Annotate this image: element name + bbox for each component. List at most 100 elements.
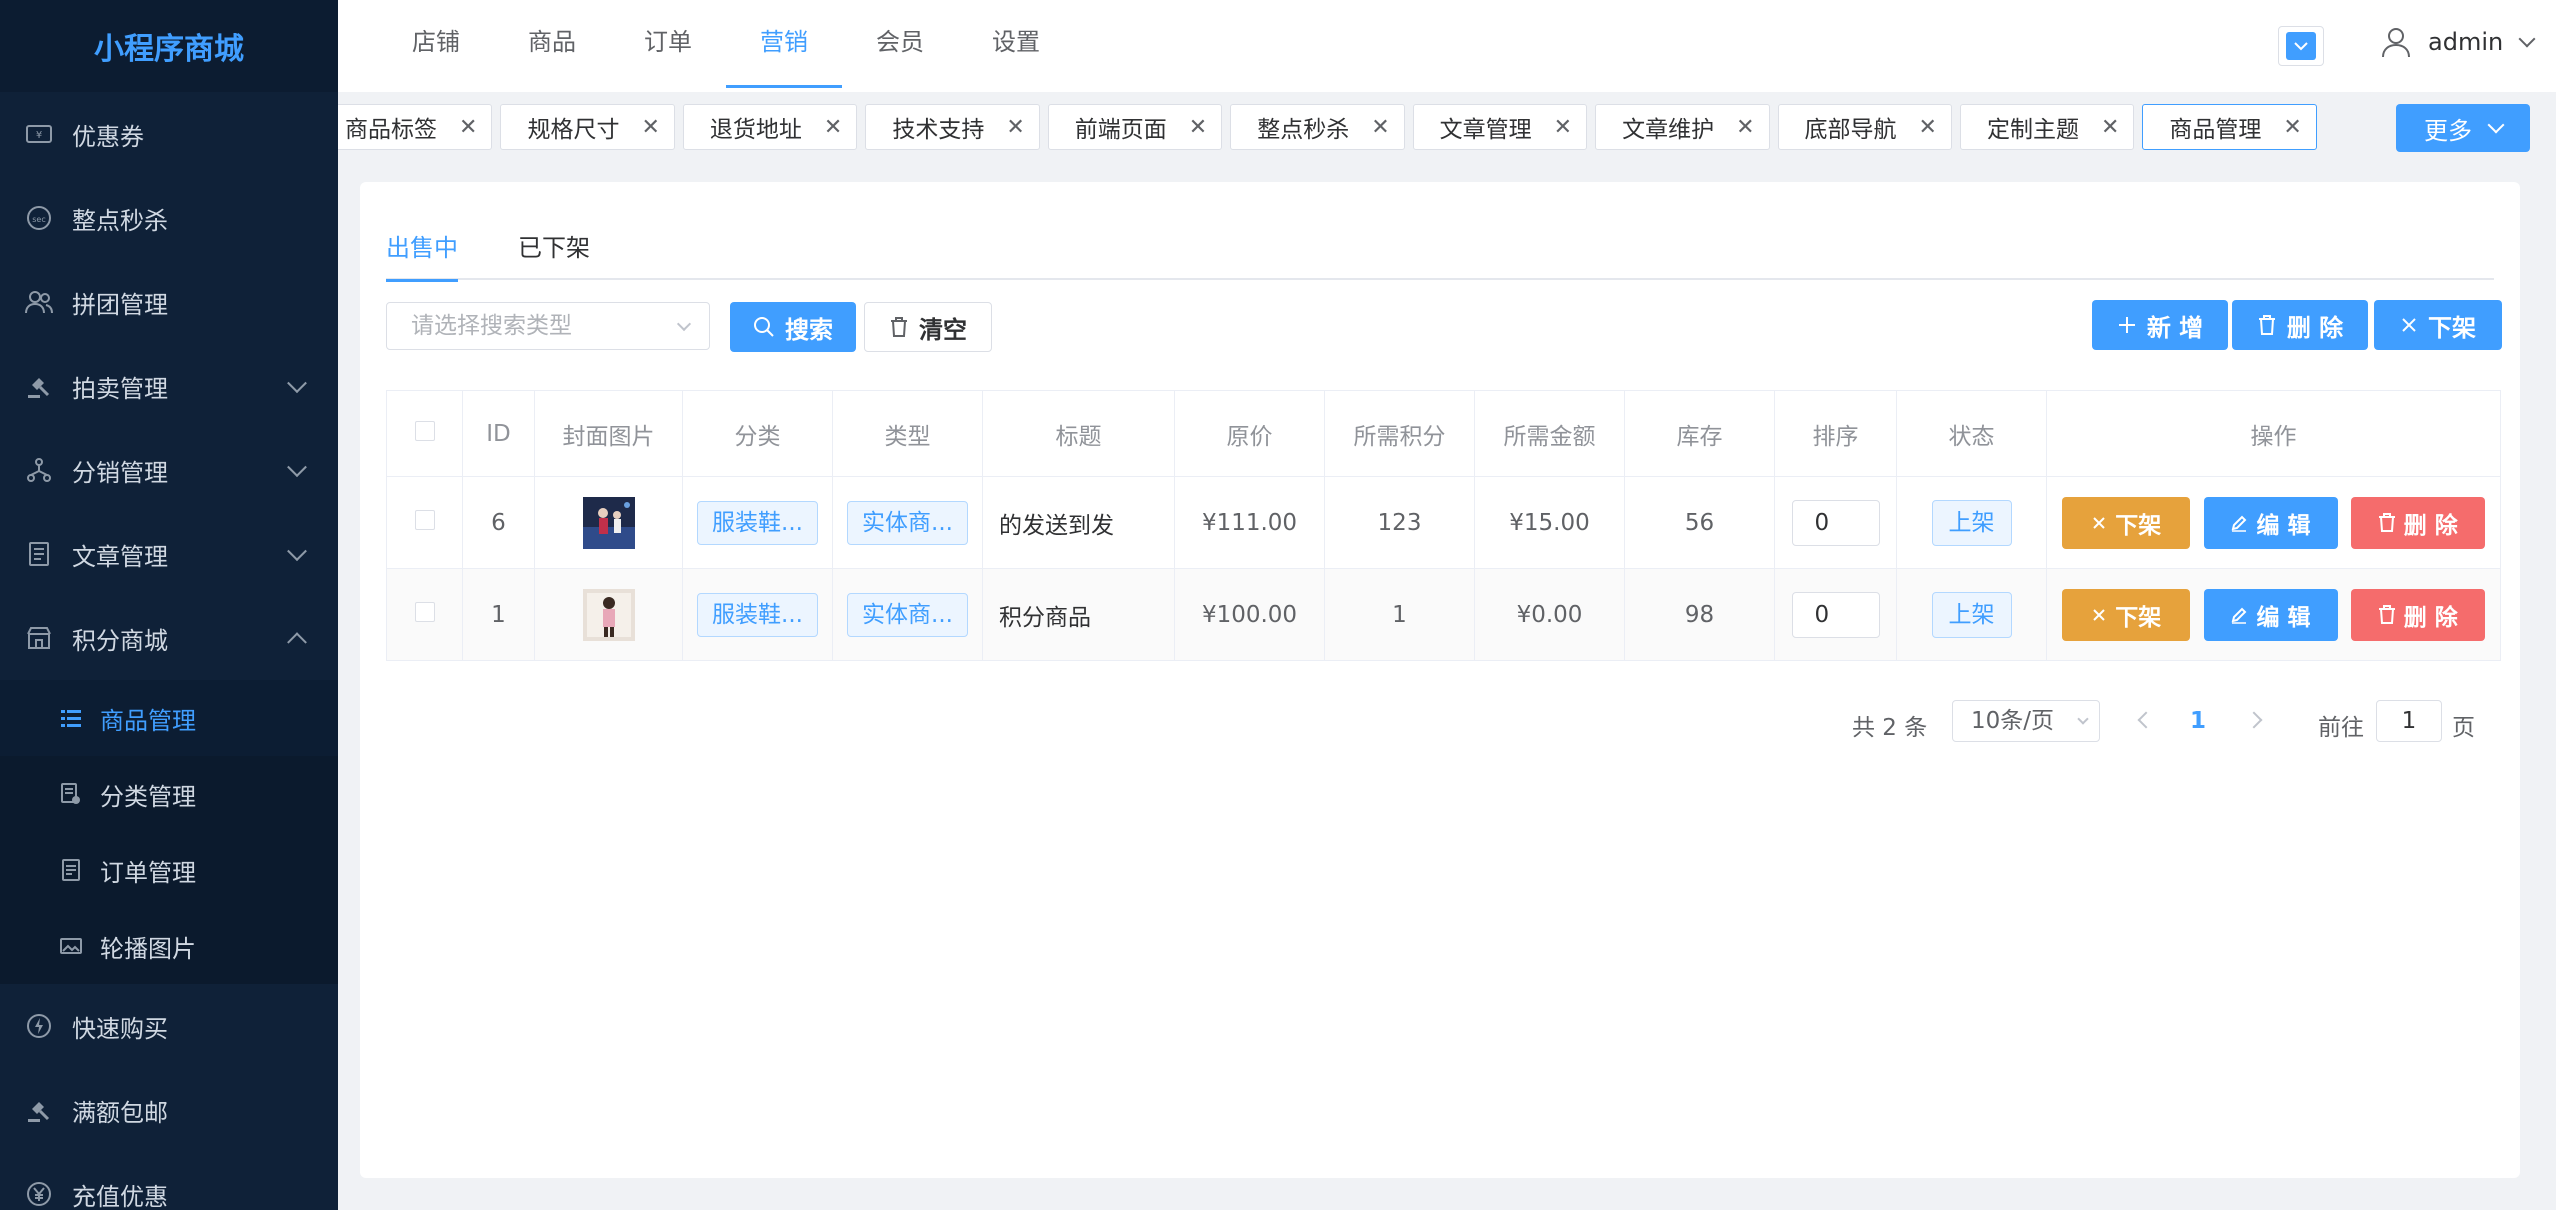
delete-label: 删 除 — [2286, 313, 2344, 342]
topnav-orders[interactable]: 订单 — [610, 0, 726, 88]
topnav-settings[interactable]: 设置 — [958, 0, 1074, 88]
row-checkbox[interactable] — [414, 601, 435, 622]
sidebar-item-quick-buy[interactable]: 快速购买 — [0, 984, 338, 1068]
sidebar-item-recharge[interactable]: 充值优惠 — [0, 1152, 338, 1210]
close-icon[interactable]: ✕ — [2283, 115, 2301, 140]
tab-on-sale[interactable]: 出售中 — [386, 228, 458, 282]
row-edit-button[interactable]: 编 辑 — [2203, 588, 2338, 641]
topnav-members[interactable]: 会员 — [842, 0, 958, 88]
close-icon[interactable]: ✕ — [2101, 115, 2119, 140]
tag-tab-active[interactable]: 商品管理 ✕ — [2142, 104, 2317, 150]
close-icon[interactable]: ✕ — [1736, 115, 1754, 140]
tags-view-bar: 商品标签 ✕ 规格尺寸 ✕ 退货地址 ✕ 技术支持 ✕ 前端页面 ✕ 整点秒杀 ✕ 文章管理… — [338, 92, 2556, 164]
row-off-shelf-button[interactable]: 下架 — [2062, 496, 2191, 549]
tag-tab[interactable]: 定制主题 ✕ — [1959, 104, 2135, 150]
tag-tab[interactable]: 退货地址 ✕ — [682, 104, 858, 150]
row-off-shelf-button[interactable]: 下架 — [2062, 588, 2191, 641]
pagination: 共 2 条 10条/页 1 前往 1 页 — [360, 700, 2520, 746]
tag-tab[interactable]: 技术支持 ✕ — [865, 104, 1040, 150]
sidebar-item-auction[interactable]: 拍卖管理 — [0, 344, 338, 428]
cell-points: 1 — [1324, 568, 1475, 661]
sidebar-item-article[interactable]: 文章管理 — [0, 512, 338, 596]
add-label: 新 增 — [2146, 313, 2204, 342]
tag-tab-label: 整点秒杀 — [1257, 117, 1350, 143]
goods-table: ID 封面图片 分类 类型 标题 原价 所需积分 所需金额 库存 排序 状态 操… — [386, 390, 2501, 661]
row-checkbox[interactable] — [414, 509, 435, 530]
goto-page-input[interactable]: 1 — [2376, 700, 2442, 742]
prev-page-button[interactable] — [2137, 711, 2155, 729]
close-icon[interactable]: ✕ — [459, 115, 477, 140]
table-row: 6 服装鞋... 实体商... 的发送到发 ¥111.00 123 ¥15.00… — [386, 476, 2501, 569]
tag-tab[interactable]: 文章管理 ✕ — [1412, 104, 1588, 150]
close-icon[interactable]: ✕ — [1189, 115, 1207, 140]
topnav-goods[interactable]: 商品 — [494, 0, 610, 88]
column-header: 排序 — [1774, 390, 1897, 477]
close-icon[interactable]: ✕ — [1554, 115, 1572, 140]
cell-title: 的发送到发 — [982, 476, 1175, 569]
tag-tab-label: 商品管理 — [2169, 117, 2262, 143]
select-all-checkbox[interactable] — [414, 420, 435, 441]
submenu-item-goods[interactable]: 商品管理 — [0, 680, 338, 756]
tag-tab[interactable]: 规格尺寸 ✕ — [500, 104, 675, 150]
close-icon[interactable]: ✕ — [1919, 115, 1937, 140]
close-icon[interactable]: ✕ — [641, 115, 659, 140]
header-dropdown-button[interactable] — [2278, 26, 2324, 66]
close-icon — [2091, 515, 2107, 531]
sidebar-item-seckill[interactable]: sec 整点秒杀 — [0, 176, 338, 260]
status-badge: 上架 — [1931, 499, 2012, 546]
tag-tab[interactable]: 商品标签 ✕ — [338, 104, 493, 150]
close-icon[interactable]: ✕ — [1371, 115, 1389, 140]
sort-input[interactable]: 0 — [1791, 499, 1880, 546]
delete-button[interactable]: 删 除 — [2232, 300, 2368, 350]
page-size-select[interactable]: 10条/页 — [1952, 700, 2100, 742]
row-delete-button[interactable]: 删 除 — [2350, 496, 2485, 549]
row-delete-button[interactable]: 删 除 — [2350, 588, 2485, 641]
store-icon — [22, 621, 56, 655]
edit-icon — [2230, 606, 2248, 624]
select-all-cell[interactable] — [386, 390, 463, 477]
cell-id: 1 — [462, 568, 535, 661]
sidebar-item-label: 拼团管理 — [72, 290, 168, 319]
tag-tab[interactable]: 前端页面 ✕ — [1047, 104, 1223, 150]
off-shelf-button[interactable]: 下架 — [2374, 300, 2502, 350]
sidebar-item-group[interactable]: 拼团管理 — [0, 260, 338, 344]
tag-tab[interactable]: 整点秒杀 ✕ — [1230, 104, 1405, 150]
trash-icon — [2378, 604, 2396, 625]
topnav-shop[interactable]: 店铺 — [378, 0, 494, 88]
submenu-item-orders[interactable]: 订单管理 — [0, 832, 338, 908]
sidebar-item-distribution[interactable]: 分销管理 — [0, 428, 338, 512]
plus-icon — [2117, 315, 2137, 335]
submenu-item-category[interactable]: 分类管理 — [0, 756, 338, 832]
sort-input[interactable]: 0 — [1791, 591, 1880, 638]
off-shelf-label: 下架 — [2428, 313, 2476, 342]
sidebar-item-free-shipping[interactable]: 满额包邮 — [0, 1068, 338, 1152]
close-icon[interactable]: ✕ — [1006, 115, 1024, 140]
tag-tab[interactable]: 底部导航 ✕ — [1777, 104, 1952, 150]
topnav-marketing[interactable]: 营销 — [726, 0, 842, 88]
user-menu[interactable]: admin — [2378, 24, 2536, 60]
cell-amount: ¥0.00 — [1474, 568, 1625, 661]
tag-tab-label: 技术支持 — [892, 117, 985, 143]
cell-id: 6 — [462, 476, 535, 569]
chevron-down-icon — [287, 541, 307, 562]
cell-stock: 56 — [1624, 476, 1775, 569]
sidebar-item-coupon[interactable]: ¥ 优惠券 — [0, 92, 338, 176]
current-page[interactable]: 1 — [2190, 708, 2206, 734]
next-page-button[interactable] — [2245, 711, 2263, 729]
submenu-item-label: 订单管理 — [100, 858, 196, 887]
close-icon[interactable]: ✕ — [824, 115, 842, 140]
off-shelf-label: 下架 — [2115, 512, 2162, 539]
sidebar-item-points-store[interactable]: 积分商城 — [0, 596, 338, 680]
submenu-item-carousel[interactable]: 轮播图片 — [0, 908, 338, 984]
tab-off-shelf[interactable]: 已下架 — [518, 228, 590, 280]
more-tabs-button[interactable]: 更多 — [2396, 104, 2530, 152]
tag-tab[interactable]: 文章维护 ✕ — [1595, 104, 1770, 150]
add-button[interactable]: 新 增 — [2092, 300, 2228, 350]
list-icon — [58, 705, 84, 731]
row-edit-button[interactable]: 编 辑 — [2203, 496, 2338, 549]
shipping-icon — [22, 1093, 56, 1127]
search-button[interactable]: 搜索 — [730, 302, 856, 352]
search-type-select[interactable]: 请选择搜索类型 — [386, 302, 710, 350]
cover-image — [582, 496, 635, 549]
clear-button[interactable]: 清空 — [864, 302, 992, 352]
